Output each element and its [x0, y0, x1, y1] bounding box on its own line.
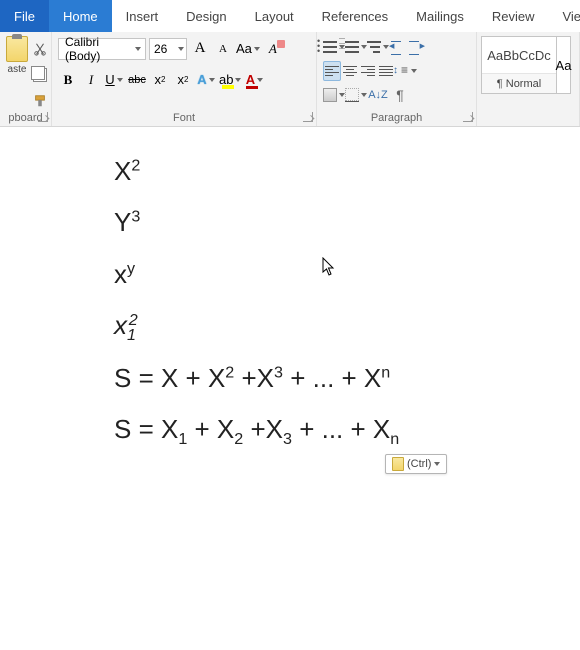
- group-font: Calibri (Body) 26 A A Aa A B I U abc x2 …: [52, 32, 317, 126]
- paste-icon: [6, 36, 28, 62]
- chevron-down-icon: [254, 47, 260, 51]
- multilevel-button[interactable]: [367, 37, 389, 57]
- tab-mailings[interactable]: Mailings: [402, 0, 478, 32]
- font-size-select[interactable]: 26: [149, 38, 187, 60]
- line-5: S = X + X2 +X3 + ... + Xn: [114, 354, 580, 403]
- tab-layout[interactable]: Layout: [241, 0, 308, 32]
- chevron-down-icon: [411, 69, 417, 73]
- font-color-button[interactable]: A: [244, 69, 264, 91]
- strikethrough-button[interactable]: abc: [127, 69, 147, 91]
- font-dialog-launcher[interactable]: [303, 112, 313, 122]
- chevron-down-icon: [178, 47, 184, 51]
- indent-right-icon: [409, 41, 423, 53]
- align-right-icon: [361, 66, 375, 76]
- tab-file[interactable]: File: [0, 0, 49, 32]
- borders-button[interactable]: [345, 85, 367, 105]
- paste-tag-label: (Ctrl): [407, 458, 431, 470]
- tab-design[interactable]: Design: [172, 0, 240, 32]
- indent-left-icon: [391, 41, 405, 53]
- paste-options-tag[interactable]: (Ctrl): [385, 454, 447, 474]
- align-center-button[interactable]: [341, 61, 359, 81]
- font-family-select[interactable]: Calibri (Body): [58, 38, 146, 60]
- copy-button[interactable]: [30, 64, 50, 86]
- style-name: ¶ Normal: [482, 73, 556, 93]
- line-2: Y3: [114, 198, 580, 247]
- scissors-icon: [33, 42, 47, 56]
- document-body[interactable]: X2 Y3 xy x12 S = X + X2 +X3 + ... + Xn S…: [0, 127, 580, 454]
- underline-button[interactable]: U: [104, 69, 124, 91]
- chevron-down-icon: [434, 462, 440, 466]
- shading-button[interactable]: [323, 85, 345, 105]
- highlight-button[interactable]: ab: [219, 69, 241, 91]
- style-preview: AaBbCcDc: [482, 37, 556, 73]
- grow-font-button[interactable]: A: [190, 38, 210, 60]
- paste-label: aste: [8, 64, 27, 75]
- copy-icon: [33, 68, 47, 82]
- cut-button[interactable]: [30, 38, 50, 60]
- font-size-value: 26: [154, 42, 167, 56]
- clear-formatting-button[interactable]: A: [263, 38, 283, 60]
- subscript-button[interactable]: x2: [150, 69, 170, 91]
- bullets-icon: [323, 41, 337, 53]
- paragraph-dialog-launcher[interactable]: [463, 112, 473, 122]
- tab-insert[interactable]: Insert: [112, 0, 173, 32]
- numbering-button[interactable]: [345, 37, 367, 57]
- ribbon: aste pboard Calibri (Body): [0, 32, 580, 127]
- line-3: xy: [114, 250, 580, 299]
- italic-button[interactable]: I: [81, 69, 101, 91]
- show-hide-button[interactable]: ¶: [389, 85, 411, 105]
- numbering-icon: [345, 41, 359, 53]
- font-family-value: Calibri (Body): [65, 35, 135, 63]
- style-normal[interactable]: AaBbCcDc ¶ Normal: [481, 36, 557, 94]
- group-styles: AaBbCcDc ¶ Normal Aa: [477, 32, 580, 126]
- style-peek: Aa: [557, 36, 571, 94]
- tab-references[interactable]: References: [308, 0, 402, 32]
- line-4: x12: [114, 301, 580, 351]
- align-left-button[interactable]: [323, 61, 341, 81]
- group-clipboard: aste pboard: [0, 32, 52, 126]
- decrease-indent-button[interactable]: [389, 37, 407, 57]
- clipboard-dialog-launcher[interactable]: [38, 112, 48, 122]
- document-area[interactable]: X2 Y3 xy x12 S = X + X2 +X3 + ... + Xn S…: [0, 127, 580, 650]
- multilevel-icon: [367, 41, 381, 53]
- chevron-down-icon: [209, 78, 215, 82]
- chevron-down-icon: [257, 78, 263, 82]
- paste-button[interactable]: aste: [6, 36, 28, 91]
- format-painter-button[interactable]: [30, 90, 50, 112]
- ribbon-tabs: File Home Insert Design Layout Reference…: [0, 0, 580, 32]
- align-center-icon: [343, 66, 357, 76]
- line-1: X2: [114, 147, 580, 196]
- group-paragraph: A↓Z ¶ Paragraph: [317, 32, 477, 126]
- tab-review[interactable]: Review: [478, 0, 549, 32]
- increase-indent-button[interactable]: [407, 37, 425, 57]
- borders-icon: [345, 88, 359, 102]
- align-justify-icon: [379, 66, 393, 76]
- line-6: S = X1 + X2 +X3 + ... + Xn: [114, 405, 580, 454]
- clipboard-icon: [392, 457, 404, 471]
- align-left-icon: [325, 66, 339, 76]
- shading-icon: [323, 88, 337, 102]
- chevron-down-icon: [235, 78, 241, 82]
- align-right-button[interactable]: [359, 61, 377, 81]
- chevron-down-icon: [135, 47, 141, 51]
- change-case-button[interactable]: Aa: [236, 38, 260, 60]
- text-effects-button[interactable]: A: [196, 69, 216, 91]
- sort-button[interactable]: A↓Z: [367, 85, 389, 105]
- brush-icon: [33, 94, 47, 108]
- line-spacing-icon: [395, 65, 409, 77]
- tab-view[interactable]: View: [548, 0, 580, 32]
- group-label-paragraph: Paragraph: [317, 112, 476, 124]
- line-spacing-button[interactable]: [395, 61, 417, 81]
- chevron-down-icon: [117, 78, 123, 82]
- shrink-font-button[interactable]: A: [213, 38, 233, 60]
- group-label-font: Font: [52, 112, 316, 124]
- bold-button[interactable]: B: [58, 69, 78, 91]
- tab-home[interactable]: Home: [49, 0, 112, 32]
- superscript-button[interactable]: x2: [173, 69, 193, 91]
